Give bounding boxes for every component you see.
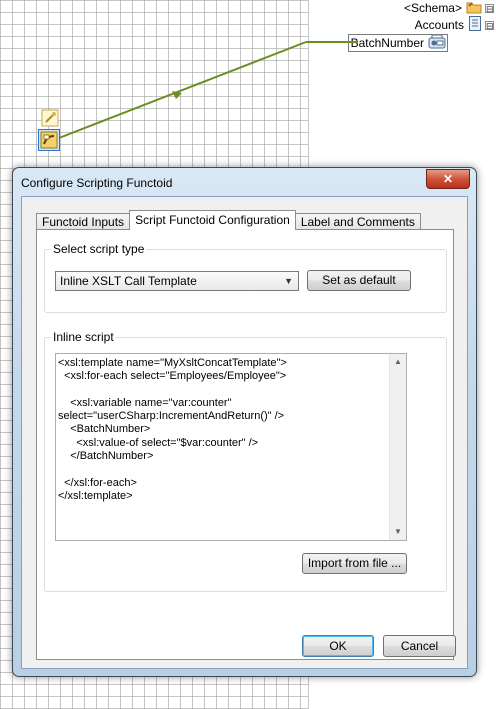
schema-root-node[interactable]: <Schema> ⊟ [403, 0, 494, 16]
destination-schema-tree: <Schema> ⊟ Accounts ⊟ BatchNumber [309, 0, 496, 60]
collapse-toggle[interactable]: ⊟ [485, 20, 494, 30]
cancel-button[interactable]: Cancel [383, 635, 456, 657]
schema-root-label: <Schema> [403, 1, 462, 15]
tab-strip: Functoid Inputs Script Functoid Configur… [36, 210, 421, 230]
configure-scripting-functoid-dialog: Configure Scripting Functoid ✕ Functoid … [12, 167, 477, 677]
tab-functoid-inputs[interactable]: Functoid Inputs [36, 213, 131, 230]
script-type-value: Inline XSLT Call Template [60, 274, 197, 288]
tab-script-functoid-configuration[interactable]: Script Functoid Configuration [129, 210, 296, 230]
scroll-up-arrow-icon[interactable]: ▲ [390, 354, 406, 370]
import-from-file-button[interactable]: Import from file ... [302, 553, 407, 574]
scripting-functoid-icon[interactable] [38, 129, 60, 151]
secondary-functoid-icon[interactable] [41, 109, 59, 127]
ok-button[interactable]: OK [302, 635, 374, 657]
schema-accounts-node[interactable]: Accounts ⊟ [414, 16, 494, 34]
set-as-default-button[interactable]: Set as default [307, 270, 411, 291]
inline-script-code: <xsl:template name="MyXsltConcatTemplate… [58, 357, 287, 502]
collapse-toggle[interactable]: ⊟ [485, 3, 494, 13]
scroll-down-arrow-icon[interactable]: ▼ [390, 524, 406, 540]
record-icon [468, 16, 482, 34]
select-script-type-legend: Select script type [51, 242, 147, 256]
batchnumber-label: BatchNumber [350, 36, 424, 50]
folder-icon [466, 0, 482, 17]
select-script-type-group: Select script type Inline XSLT Call Temp… [44, 242, 447, 313]
close-icon: ✕ [442, 172, 454, 186]
schema-batchnumber-node[interactable]: BatchNumber [347, 34, 449, 52]
close-button[interactable]: ✕ [426, 169, 470, 189]
inline-script-legend: Inline script [51, 330, 116, 344]
chevron-down-icon: ▼ [284, 276, 293, 286]
script-scrollbar[interactable]: ▲ ▼ [389, 354, 406, 540]
tab-label-and-comments[interactable]: Label and Comments [294, 213, 421, 230]
dialog-title: Configure Scripting Functoid [21, 176, 173, 190]
script-type-select[interactable]: Inline XSLT Call Template ▼ [55, 271, 299, 291]
dialog-client-area: Functoid Inputs Script Functoid Configur… [21, 196, 468, 669]
tab-page-script-configuration: Select script type Inline XSLT Call Temp… [36, 229, 454, 660]
field-icon [428, 34, 446, 52]
accounts-label: Accounts [414, 18, 464, 32]
inline-script-editor[interactable]: <xsl:template name="MyXsltConcatTemplate… [55, 353, 407, 541]
inline-script-group: Inline script <xsl:template name="MyXslt… [44, 330, 447, 592]
